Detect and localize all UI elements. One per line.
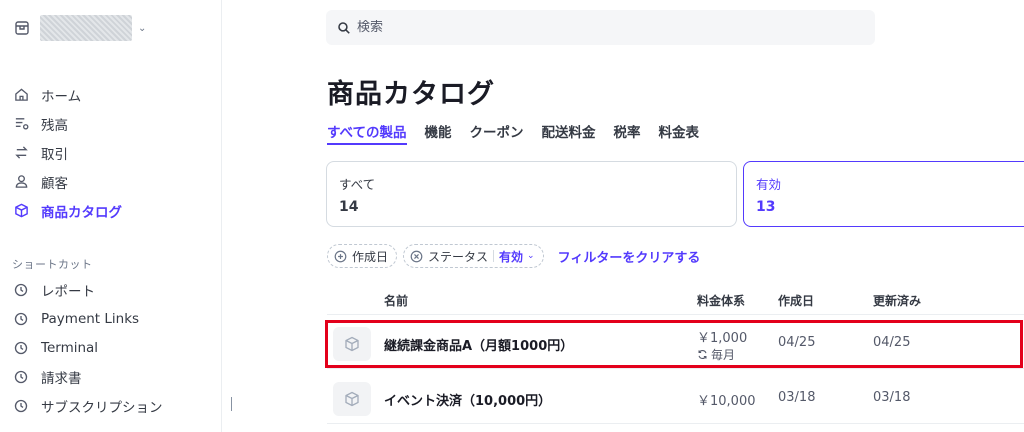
summary-card-label: 有効 (756, 177, 782, 192)
plus-circle-icon (334, 250, 347, 263)
filter-created-date[interactable]: 作成日 (327, 244, 398, 268)
billing-interval-label: 毎月 (711, 348, 736, 362)
table-header: 名前 料金体系 作成日 更新済み (327, 283, 1024, 315)
tab-shipping-rates[interactable]: 配送料金 (542, 121, 596, 145)
store-icon (12, 18, 32, 38)
shortcut-payment-links[interactable]: Payment Links (12, 304, 212, 333)
product-price: ￥10,000 (697, 394, 756, 409)
summary-card-all[interactable]: すべて 14 (326, 161, 737, 227)
page-title: 商品カタログ (327, 79, 495, 110)
tab-pricing-tables[interactable]: 料金表 (659, 121, 700, 145)
table-row[interactable]: イベント決済（10,000円） ￥10,000 03/18 03/18 (327, 374, 1024, 424)
account-name-redacted (40, 15, 132, 41)
divider (493, 250, 495, 262)
summary-card-count: 13 (756, 199, 776, 215)
clock-icon (12, 310, 30, 328)
sidebar-item-customers[interactable]: 顧客 (12, 167, 212, 196)
filter-bar: 作成日 ステータス 有効 ⌄ フィルターをクリアする (327, 244, 700, 268)
product-name[interactable]: 継続課金商品A（月額1000円） (384, 335, 573, 354)
sidebar-item-product-catalog[interactable]: 商品カタログ (12, 196, 212, 225)
filter-label: ステータス (428, 249, 489, 264)
summary-card-label: すべて (339, 177, 376, 192)
product-placeholder-icon (333, 327, 371, 361)
summary-card-active[interactable]: 有効 13 (743, 161, 1024, 227)
tab-features[interactable]: 機能 (425, 121, 452, 145)
search-bar[interactable] (326, 10, 875, 45)
table-row[interactable]: 継続課金商品A（月額1000円） ￥1,000 毎月 04/25 04/25 (327, 319, 1024, 369)
column-header-updated[interactable]: 更新済み (873, 292, 921, 309)
sidebar-item-balance[interactable]: 残高 (12, 109, 212, 138)
shortcut-reports[interactable]: レポート (12, 275, 212, 304)
sidebar-item-label: ホーム (41, 88, 82, 105)
product-icon (12, 202, 30, 220)
column-header-pricing[interactable]: 料金体系 (697, 292, 745, 309)
clear-filters-link[interactable]: フィルターをクリアする (558, 247, 701, 266)
transactions-icon (12, 144, 30, 162)
shortcut-label: サブスクリプション (41, 399, 163, 416)
updated-date: 03/18 (873, 390, 911, 405)
shortcut-terminal[interactable]: Terminal (12, 333, 212, 362)
sidebar: ⌄ ホーム 残高 取引 顧客 商品カタログ ショートカット レポート Payme… (0, 0, 222, 432)
sidebar-item-label: 取引 (41, 146, 68, 163)
shortcut-invoices[interactable]: 請求書 (12, 362, 212, 391)
sidebar-item-home[interactable]: ホーム (12, 80, 212, 109)
product-name[interactable]: イベント決済（10,000円） (384, 390, 551, 409)
shortcuts-nav: レポート Payment Links Terminal 請求書 サブスクリプショ… (12, 275, 212, 420)
filter-status[interactable]: ステータス 有効 ⌄ (403, 244, 544, 268)
summary-card-count: 14 (339, 199, 359, 215)
shortcut-label: レポート (41, 283, 95, 300)
filter-label: 作成日 (352, 249, 389, 264)
created-date: 03/18 (778, 390, 816, 405)
billing-interval: 毎月 (697, 346, 735, 363)
shortcuts-heading: ショートカット (12, 258, 93, 271)
tab-all-products[interactable]: すべての製品 (327, 121, 407, 145)
shortcut-label: Terminal (41, 339, 99, 356)
sidebar-item-label: 顧客 (41, 175, 68, 192)
tab-coupons[interactable]: クーポン (470, 121, 524, 145)
home-icon (12, 86, 30, 104)
search-input[interactable] (357, 20, 837, 35)
sidebar-item-label: 残高 (41, 117, 68, 134)
balance-icon (12, 115, 30, 133)
column-header-name[interactable]: 名前 (384, 292, 408, 309)
resize-handle[interactable] (231, 397, 232, 411)
shortcut-label: Payment Links (41, 310, 140, 327)
sidebar-item-transactions[interactable]: 取引 (12, 138, 212, 167)
search-icon (337, 21, 351, 35)
clock-icon (12, 397, 30, 415)
clock-icon (12, 339, 30, 357)
catalog-tabs: すべての製品 機能 クーポン 配送料金 税率 料金表 (327, 121, 717, 147)
product-price: ￥1,000 (697, 331, 748, 346)
shortcut-label: 請求書 (41, 370, 82, 387)
clock-icon (12, 281, 30, 299)
tab-tax-rates[interactable]: 税率 (614, 121, 641, 145)
clock-icon (12, 368, 30, 386)
shortcut-subscriptions[interactable]: サブスクリプション (12, 391, 212, 420)
primary-nav: ホーム 残高 取引 顧客 商品カタログ (12, 80, 212, 225)
column-header-created[interactable]: 作成日 (778, 292, 814, 309)
chevron-down-icon: ⌄ (527, 251, 535, 261)
recurring-icon (697, 349, 708, 360)
sidebar-item-label: 商品カタログ (41, 204, 122, 221)
remove-circle-icon[interactable] (410, 250, 423, 263)
product-placeholder-icon (333, 382, 371, 416)
chevron-down-icon: ⌄ (138, 22, 147, 34)
filter-value: 有効 (499, 249, 524, 264)
account-switcher[interactable]: ⌄ (12, 14, 146, 42)
created-date: 04/25 (778, 335, 816, 350)
customer-icon (12, 173, 30, 191)
updated-date: 04/25 (873, 335, 911, 350)
